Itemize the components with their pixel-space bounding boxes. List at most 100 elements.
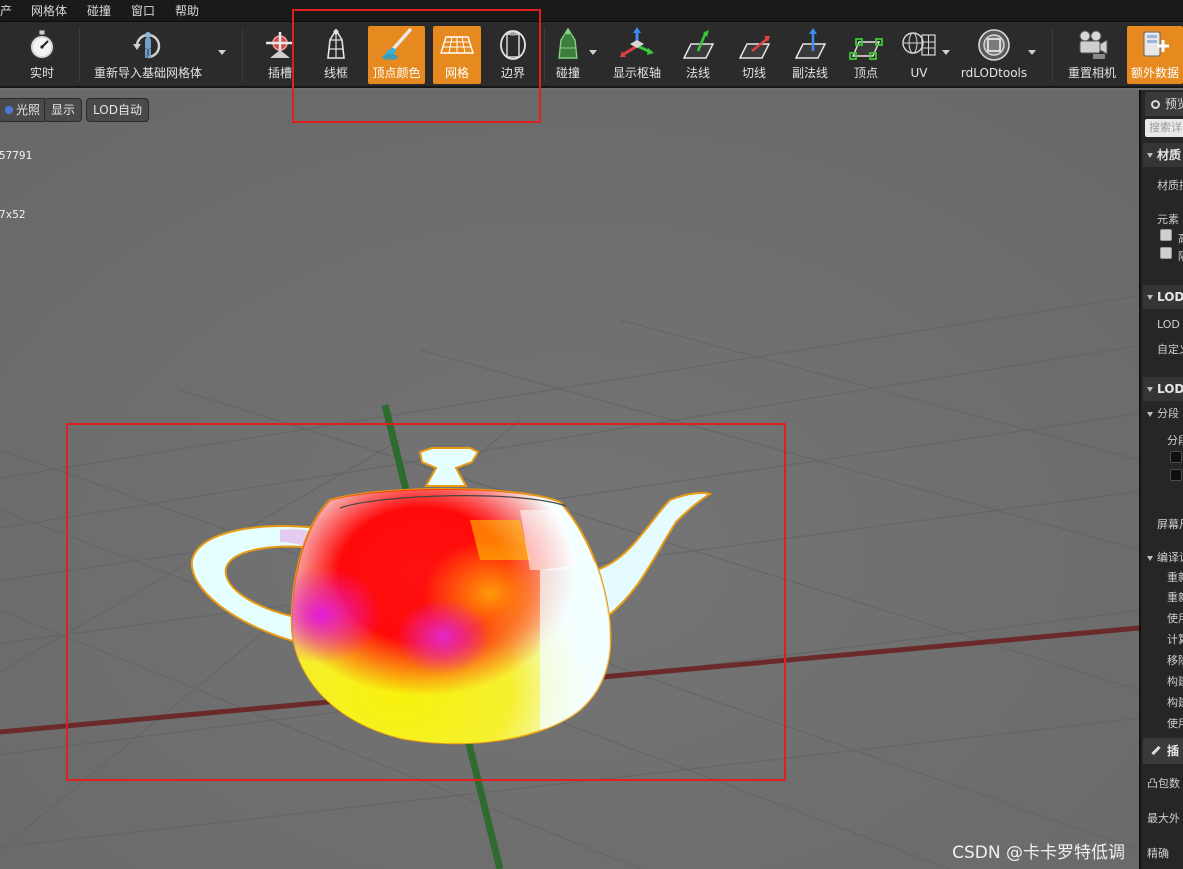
recompute-tangents-row: 重新: [1167, 591, 1183, 604]
max-hull-row: 最大外: [1147, 812, 1180, 825]
section-checkbox-1[interactable]: [1170, 451, 1182, 463]
socket-label: 插槽: [267, 66, 292, 80]
menu-collision[interactable]: 碰撞: [87, 0, 111, 22]
pivot-axis-icon: [620, 27, 654, 57]
lod-auto-label: LOD自动: [93, 103, 142, 117]
uv-label: UV: [910, 66, 928, 80]
show-menu-label: 显示: [51, 103, 76, 117]
isolate-label: 隔: [1178, 248, 1183, 264]
show-menu-button[interactable]: 显示: [44, 98, 83, 122]
collapse-triangle-icon: [1147, 152, 1153, 158]
show-pivot-button[interactable]: 显示枢轴: [608, 26, 666, 84]
toolbar: 实时 重新导入基础网格体 插槽 线框 顶点颜色 网格 边界 碰撞 显示枢轴 法线…: [0, 22, 1183, 88]
reset-camera-label: 重置相机: [1067, 66, 1116, 80]
section-checkbox-2[interactable]: [1170, 469, 1182, 481]
tangents-label: 切线: [741, 66, 766, 80]
collision-icon: [558, 27, 578, 59]
materials-section[interactable]: 材质: [1143, 143, 1183, 167]
material-slots-row: 材质插: [1157, 179, 1183, 192]
vertices-button[interactable]: 顶点: [844, 26, 888, 84]
menu-window[interactable]: 窗口: [131, 0, 155, 22]
tangents-button[interactable]: 切线: [731, 26, 777, 84]
collapse-triangle-icon: [1147, 555, 1153, 561]
normals-button[interactable]: 法线: [675, 26, 721, 84]
lit-mode-label: 光照: [16, 103, 41, 117]
lod-row: LOD: [1157, 318, 1180, 331]
extra-data-button[interactable]: 额外数据: [1127, 26, 1183, 84]
reset-camera-button[interactable]: 重置相机: [1064, 26, 1120, 84]
use-full-row: 使用: [1167, 717, 1183, 730]
recompute-normals-row: 重新: [1167, 571, 1183, 584]
lod-settings-section[interactable]: LOD设: [1143, 285, 1183, 309]
precision-row: 精确: [1147, 847, 1169, 860]
toolbar-separator: [242, 28, 243, 82]
build-settings-subgroup[interactable]: 编译设: [1147, 549, 1183, 565]
reimport-base-mesh-button[interactable]: 重新导入基础网格体: [90, 26, 206, 84]
lod-auto-button[interactable]: LOD自动: [86, 98, 149, 122]
collision-dropdown-chevron-icon[interactable]: [589, 50, 597, 55]
watermark: CSDN @卡卡罗特低调: [952, 843, 1125, 863]
build-row-a: 构建: [1167, 675, 1183, 688]
collapse-triangle-icon: [1147, 294, 1153, 300]
highlight-checkbox[interactable]: [1160, 229, 1172, 241]
remove-row: 移除: [1167, 654, 1183, 667]
toolbar-separator: [544, 28, 545, 82]
stat-dimensions: 7x52: [0, 208, 26, 221]
stat-triangles: 57791: [0, 149, 33, 162]
reimport-label: 重新导入基础网格体: [93, 66, 202, 80]
highlight-label: 高: [1178, 230, 1183, 246]
details-panel: 预览 搜索详 材质 材质插 元素 高 隔 LOD设 LOD 自定义 LOD 分段…: [1139, 90, 1183, 869]
menu-mesh[interactable]: 网格体: [31, 0, 67, 22]
details-search-input[interactable]: 搜索详: [1145, 119, 1183, 137]
elements-row: 元素: [1157, 213, 1179, 226]
collision-label: 碰撞: [555, 66, 580, 80]
lod-settings-label: LOD设: [1157, 290, 1183, 304]
camera-icon: [1079, 30, 1108, 59]
realtime-button[interactable]: 实时: [14, 26, 70, 84]
screen-size-row: 屏幕尺: [1157, 518, 1183, 531]
menu-asset[interactable]: 产: [0, 0, 12, 22]
vertices-label: 顶点: [853, 66, 878, 80]
sections-subgroup[interactable]: 分段: [1147, 405, 1179, 421]
binormals-icon: [794, 28, 827, 59]
convex-count-row: 凸包数: [1147, 777, 1180, 790]
uv-button[interactable]: UV: [896, 26, 942, 84]
collision-settings-section[interactable]: 插: [1143, 738, 1183, 764]
uv-icon: [902, 32, 936, 56]
normals-icon: [682, 30, 715, 59]
normals-label: 法线: [685, 66, 710, 80]
annotation-toolbar-highlight: [292, 9, 541, 123]
rdlodtools-dropdown-chevron-icon[interactable]: [1028, 50, 1036, 55]
stopwatch-icon: [29, 29, 55, 60]
rdlodtools-button[interactable]: rdLODtools: [960, 26, 1028, 84]
binormals-button[interactable]: 副法线: [786, 26, 834, 84]
isolate-checkbox[interactable]: [1160, 247, 1172, 259]
tangents-icon: [738, 36, 771, 59]
build-row-b: 构建: [1167, 696, 1183, 709]
use-mikk-row: 使用: [1167, 612, 1183, 625]
collision-button[interactable]: 碰撞: [548, 26, 588, 84]
section-row: 分段: [1167, 434, 1183, 447]
custom-row: 自定义: [1157, 343, 1183, 356]
realtime-label: 实时: [29, 66, 54, 80]
collision-settings-label: 插: [1167, 744, 1180, 758]
lod-section[interactable]: LOD: [1143, 377, 1183, 401]
static-mesh-editor: 产 网格体 碰撞 窗口 帮助 实时 重新导入基础网格体 插槽 线框 顶点颜色 网…: [0, 0, 1183, 869]
uv-dropdown-chevron-icon[interactable]: [942, 50, 950, 55]
wrench-icon: [1151, 745, 1161, 756]
show-pivot-label: 显示枢轴: [612, 66, 661, 80]
reimport-dropdown-chevron-icon[interactable]: [218, 50, 226, 55]
toolbar-separator: [1052, 28, 1053, 82]
build-settings-label: 编译设: [1157, 551, 1183, 564]
lod-section-label: LOD: [1157, 382, 1183, 396]
binormals-label: 副法线: [791, 66, 828, 80]
annotation-viewport-highlight: [66, 423, 786, 781]
compute-row: 计算: [1167, 633, 1183, 646]
lit-mode-button[interactable]: 光照: [0, 98, 48, 122]
menu-help[interactable]: 帮助: [175, 0, 199, 22]
materials-section-label: 材质: [1157, 148, 1182, 162]
lit-sphere-icon: [5, 106, 13, 114]
toolbar-separator: [79, 28, 80, 82]
preview-tab[interactable]: 预览: [1145, 92, 1183, 116]
extra-data-label: 额外数据: [1130, 66, 1179, 80]
